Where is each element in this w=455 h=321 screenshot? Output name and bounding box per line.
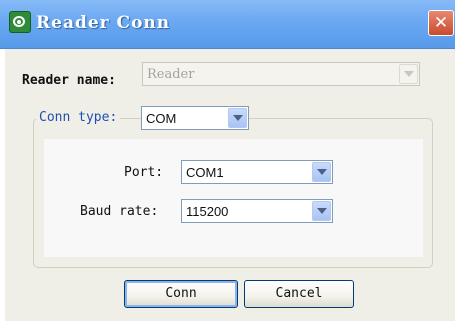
close-icon: ✕ (433, 13, 449, 33)
baud-rate-label: Baud rate: (80, 204, 159, 219)
cancel-button[interactable]: Cancel (244, 280, 354, 308)
reader-name-select: Reader (142, 62, 420, 86)
chevron-down-icon[interactable] (312, 201, 331, 221)
close-button[interactable]: ✕ (428, 10, 454, 36)
com-settings-panel (44, 139, 423, 257)
chevron-down-icon (399, 64, 418, 84)
port-value: COM1 (186, 165, 224, 180)
conn-type-value: COM (146, 111, 177, 126)
port-select[interactable]: COM1 (181, 160, 333, 184)
window-title: Reader Conn (36, 13, 171, 33)
conn-type-select[interactable]: COM (141, 106, 249, 130)
eye-icon (9, 11, 31, 33)
baud-rate-value: 115200 (186, 204, 229, 219)
chevron-down-icon[interactable] (228, 108, 247, 128)
reader-name-value: Reader (147, 67, 195, 82)
baud-rate-select[interactable]: 115200 (181, 199, 333, 223)
conn-button[interactable]: Conn (124, 280, 238, 308)
conn-type-label: Conn type: (36, 108, 121, 128)
title-bar: Reader Conn ✕ (0, 0, 455, 49)
reader-name-label: Reader name: (22, 73, 116, 88)
port-label: Port: (124, 165, 164, 180)
chevron-down-icon[interactable] (312, 162, 331, 182)
